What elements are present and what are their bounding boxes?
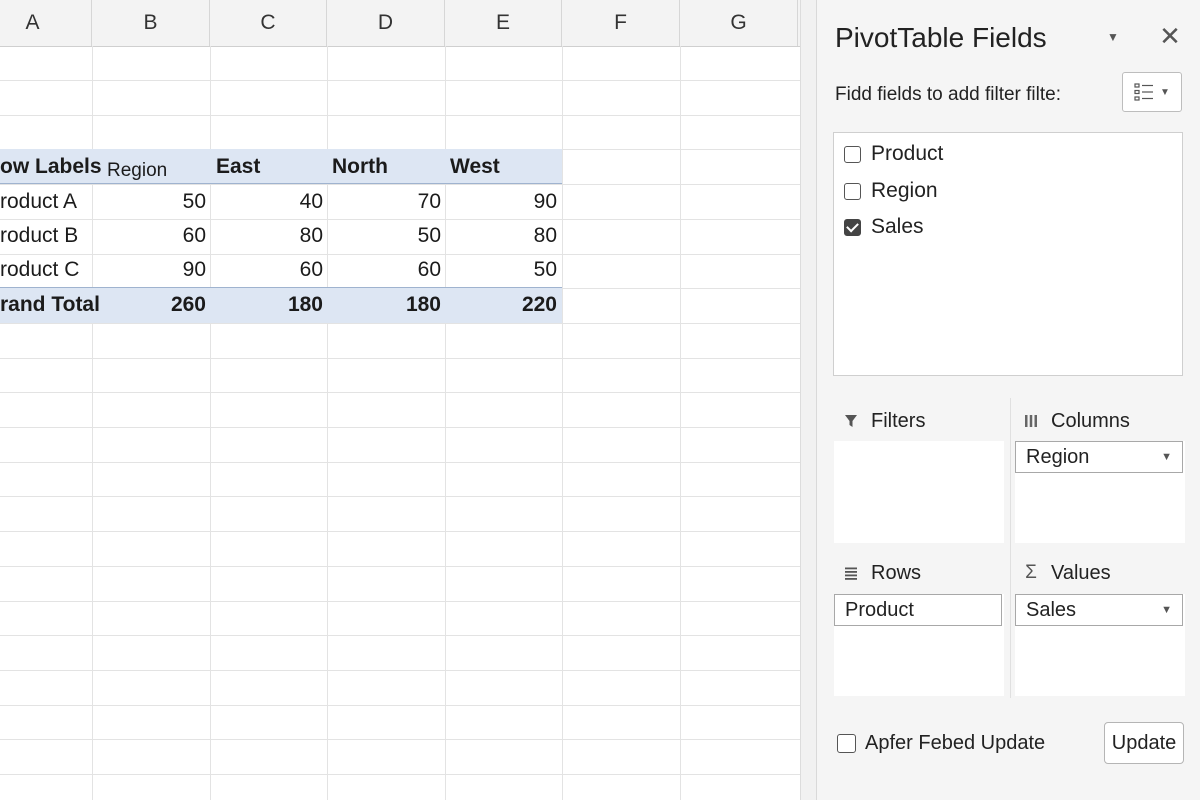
grand-total-value[interactable]: 180 xyxy=(210,288,323,322)
rows-label: Rows xyxy=(871,561,922,584)
field-layout-button[interactable]: ▼ xyxy=(1122,72,1182,112)
update-button[interactable]: Update xyxy=(1104,722,1184,764)
columns-icon xyxy=(1023,413,1039,429)
rows-field-product[interactable]: Product xyxy=(834,594,1002,626)
checkbox[interactable] xyxy=(837,733,856,753)
filters-label: Filters xyxy=(871,409,926,432)
row-label[interactable]: roduct A xyxy=(0,185,77,219)
columns-field-region[interactable]: Region ▼ xyxy=(1015,441,1183,473)
columns-area-title: Columns xyxy=(1023,406,1130,436)
column-header-row: A B C D E F G xyxy=(0,0,800,47)
pane-options-dropdown[interactable]: ▼ xyxy=(1102,26,1124,48)
caret-down-icon[interactable]: ▼ xyxy=(1161,451,1172,463)
close-button[interactable]: ✕ xyxy=(1157,20,1183,51)
caret-down-icon[interactable]: ▼ xyxy=(1161,604,1172,616)
defer-update-toggle[interactable]: Apfer Febed Update xyxy=(837,728,1045,758)
values-drop-zone[interactable]: Sales ▼ xyxy=(1015,594,1185,696)
grand-total-value[interactable]: 220 xyxy=(445,288,557,322)
field-list: Product Region Sales xyxy=(833,132,1183,376)
row-label[interactable]: roduct B xyxy=(0,219,78,253)
values-label: Values xyxy=(1051,561,1111,584)
row-labels-header[interactable]: ow Labels xyxy=(0,150,102,184)
field-label: Sales xyxy=(871,215,924,238)
field-label: Product xyxy=(871,142,944,165)
value-cell[interactable]: 50 xyxy=(92,185,206,219)
grid-column-line xyxy=(562,46,563,800)
columns-drop-zone[interactable]: Region ▼ xyxy=(1015,441,1185,543)
values-field-sales[interactable]: Sales ▼ xyxy=(1015,594,1183,626)
column-header-f[interactable]: F xyxy=(562,0,680,46)
value-cell[interactable]: 40 xyxy=(210,185,323,219)
columns-label: Columns xyxy=(1051,409,1130,432)
rows-icon xyxy=(843,565,859,581)
grid-column-line xyxy=(680,46,681,800)
column-header-d[interactable]: D xyxy=(327,0,445,46)
sigma-icon: Σ xyxy=(1025,562,1037,583)
field-label: Region xyxy=(871,179,938,202)
values-area-title: Σ Values xyxy=(1023,558,1111,588)
value-cell[interactable]: 80 xyxy=(445,219,557,253)
grand-total-value[interactable]: 260 xyxy=(92,288,206,322)
column-header-a[interactable]: A xyxy=(0,0,92,46)
pill-label: Region xyxy=(1026,445,1090,468)
filter-icon xyxy=(843,413,859,429)
value-cell[interactable]: 80 xyxy=(210,219,323,253)
defer-update-label: Apfer Febed Update xyxy=(865,731,1046,754)
area-divider xyxy=(1010,398,1011,698)
pane-title: PivotTable Fields xyxy=(835,22,1047,53)
pivot-fields-pane: PivotTable Fields ▼ ✕ Fidd fields to add… xyxy=(816,0,1200,800)
field-item-sales[interactable]: Sales xyxy=(844,212,924,242)
checkbox[interactable] xyxy=(844,145,861,163)
close-icon: ✕ xyxy=(1159,20,1181,51)
checkbox[interactable] xyxy=(844,182,861,200)
value-cell[interactable]: 70 xyxy=(327,185,441,219)
caret-down-icon: ▼ xyxy=(1107,30,1119,44)
checkbox-checked[interactable] xyxy=(844,218,861,236)
field-item-product[interactable]: Product xyxy=(844,139,943,169)
value-cell[interactable]: 90 xyxy=(445,185,557,219)
grand-total-label[interactable]: rand Total xyxy=(0,288,100,322)
column-header-g[interactable]: G xyxy=(680,0,798,46)
column-header-east[interactable]: East xyxy=(216,150,260,184)
value-cell[interactable]: 60 xyxy=(92,219,206,253)
filters-area-title: Filters xyxy=(843,406,925,436)
column-header-e[interactable]: E xyxy=(445,0,562,46)
caret-down-icon: ▼ xyxy=(1160,86,1170,98)
filters-drop-zone[interactable] xyxy=(834,441,1004,543)
pill-label: Sales xyxy=(1026,598,1077,621)
row-label[interactable]: roduct C xyxy=(0,253,79,287)
sheet-pane-splitter[interactable] xyxy=(800,0,816,800)
pane-instruction: Fidd fields to add filter filte: xyxy=(835,84,1061,105)
field-layout-icon xyxy=(1134,83,1154,101)
column-header-north[interactable]: North xyxy=(332,150,388,184)
field-item-region[interactable]: Region xyxy=(844,176,938,206)
column-header-b[interactable]: B xyxy=(92,0,210,46)
rows-area-title: Rows xyxy=(843,558,921,588)
value-cell[interactable]: 50 xyxy=(327,219,441,253)
column-header-c[interactable]: C xyxy=(210,0,327,46)
spreadsheet-grid[interactable]: A B C D E F G ow Labels Region East Nort… xyxy=(0,0,800,800)
pill-label: Product xyxy=(845,598,914,621)
rows-drop-zone[interactable]: Product xyxy=(834,594,1004,696)
value-cell[interactable]: 60 xyxy=(327,253,441,287)
value-cell[interactable]: 90 xyxy=(92,253,206,287)
value-cell[interactable]: 50 xyxy=(445,253,557,287)
column-header-west[interactable]: West xyxy=(450,150,500,184)
value-cell[interactable]: 60 xyxy=(210,253,323,287)
grand-total-value[interactable]: 180 xyxy=(327,288,441,322)
region-label[interactable]: Region xyxy=(107,150,167,184)
